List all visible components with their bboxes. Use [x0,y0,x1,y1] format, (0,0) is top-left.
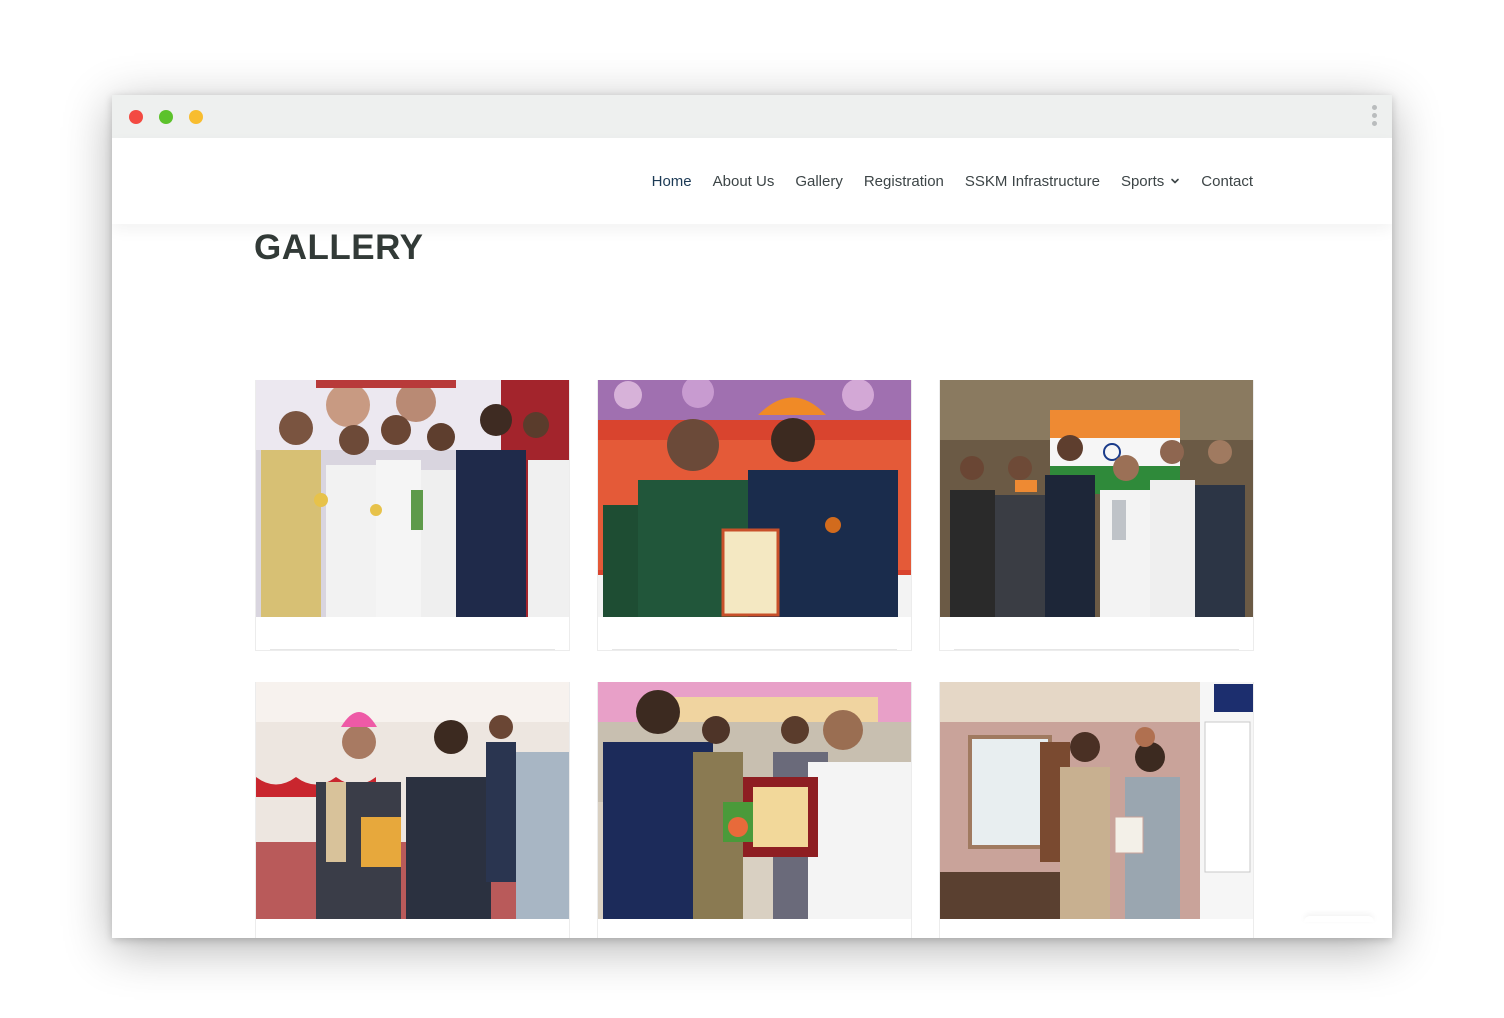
browser-window: Home About Us Gallery Registration SSKM … [112,95,1392,938]
page-title: GALLERY [254,228,424,267]
card-divider [954,649,1239,650]
gallery-card[interactable] [255,682,570,938]
nav-label: Gallery [795,172,843,190]
close-window-button[interactable] [129,110,143,124]
main-nav: Home About Us Gallery Registration SSKM … [652,138,1253,224]
gallery-photo-flag-trophy-group[interactable] [940,380,1253,617]
nav-item-about-us[interactable]: About Us [713,173,775,190]
nav-item-sports[interactable]: Sports [1121,173,1180,190]
nav-item-registration[interactable]: Registration [864,173,944,190]
nav-item-contact[interactable]: Contact [1201,173,1253,190]
minimize-window-button[interactable] [159,110,173,124]
nav-label: About Us [712,172,775,190]
gallery-card[interactable] [597,380,912,651]
nav-item-sskm-infrastructure[interactable]: SSKM Infrastructure [965,173,1100,190]
nav-item-home[interactable]: Home [652,173,692,190]
gallery-photo-plaque-presentation[interactable] [598,682,911,919]
screenshot-stage: Home About Us Gallery Registration SSKM … [0,0,1504,1018]
gallery-photo-office-certificate[interactable] [940,682,1253,919]
gallery-photo-book-presentation[interactable] [256,682,569,919]
gallery-card[interactable] [939,380,1254,651]
card-divider [270,649,555,650]
gallery-card[interactable] [255,380,570,651]
gallery-photo-certificate-presentation[interactable] [598,380,911,617]
nav-label: Registration [863,172,944,190]
window-titlebar [112,95,1392,138]
nav-label: SSKM Infrastructure [964,172,1100,190]
nav-label: Contact [1201,172,1253,190]
site-header: Home About Us Gallery Registration SSKM … [112,138,1392,224]
gallery-photo-award-ceremony-group[interactable] [256,380,569,617]
kebab-vertical-icon[interactable] [1369,105,1379,129]
gallery-card[interactable] [597,682,912,938]
scroll-indicator[interactable] [1304,916,1374,922]
nav-label: Home [651,172,692,190]
nav-label: Sports [1120,172,1165,190]
maximize-window-button[interactable] [189,110,203,124]
card-divider [612,649,897,650]
chevron-down-icon [1171,178,1180,184]
gallery-card[interactable] [939,682,1254,938]
nav-item-gallery[interactable]: Gallery [795,173,843,190]
